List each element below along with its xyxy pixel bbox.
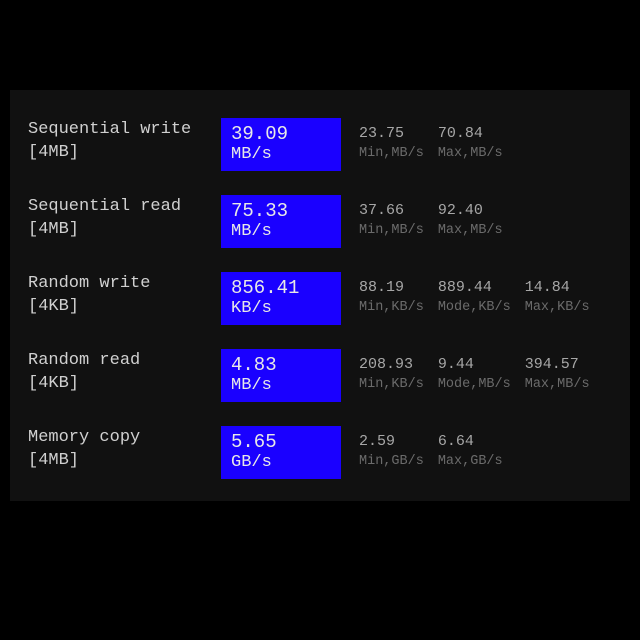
benchmark-stats: 88.19 Min,KB/s 889.44 Mode,KB/s 14.84 Ma… [359,272,612,317]
benchmark-row: Memory copy [4MB] 5.65 GB/s 2.59 Min,GB/… [28,426,612,479]
stat-value: 394.57 [525,355,590,374]
stat-label: Max,MB/s [438,221,503,240]
benchmark-row: Random write [4KB] 856.41 KB/s 88.19 Min… [28,272,612,325]
stat-label: Mode,KB/s [438,298,511,317]
stat-label: Min,KB/s [359,298,424,317]
stat-value: 208.93 [359,355,424,374]
stat-label: Max,GB/s [438,452,503,471]
stat-item: 70.84 Max,MB/s [438,124,503,163]
stat-value: 2.59 [359,432,424,451]
stat-item: 23.75 Min,MB/s [359,124,424,163]
stat-item: 889.44 Mode,KB/s [438,278,511,317]
stat-item: 37.66 Min,MB/s [359,201,424,240]
benchmark-value: 39.09 [231,124,331,145]
stat-label: Min,MB/s [359,221,424,240]
stat-label: Max,MB/s [438,144,503,163]
stat-value: 6.64 [438,432,503,451]
stat-value: 88.19 [359,278,424,297]
benchmark-value-chip: 39.09 MB/s [221,118,341,171]
benchmark-unit: MB/s [231,144,331,165]
stat-item: 92.40 Max,MB/s [438,201,503,240]
benchmark-name: Memory copy [4MB] [28,426,203,472]
benchmark-value-chip: 856.41 KB/s [221,272,341,325]
benchmark-panel: Sequential write [4MB] 39.09 MB/s 23.75 … [10,90,630,501]
stat-item: 9.44 Mode,MB/s [438,355,511,394]
stat-item: 14.84 Max,KB/s [525,278,590,317]
benchmark-value: 5.65 [231,432,331,453]
stat-value: 889.44 [438,278,511,297]
benchmark-value: 4.83 [231,355,331,376]
stat-label: Mode,MB/s [438,375,511,394]
stat-value: 37.66 [359,201,424,220]
benchmark-value-chip: 75.33 MB/s [221,195,341,248]
benchmark-name: Sequential write [4MB] [28,118,203,164]
benchmark-value-chip: 4.83 MB/s [221,349,341,402]
benchmark-stats: 37.66 Min,MB/s 92.40 Max,MB/s [359,195,612,240]
stat-item: 394.57 Max,MB/s [525,355,590,394]
stat-label: Min,GB/s [359,452,424,471]
stat-item: 88.19 Min,KB/s [359,278,424,317]
benchmark-value: 75.33 [231,201,331,222]
benchmark-unit: KB/s [231,298,331,319]
stat-value: 9.44 [438,355,511,374]
stat-label: Min,MB/s [359,144,424,163]
stat-label: Max,MB/s [525,375,590,394]
benchmark-name: Random read [4KB] [28,349,203,395]
benchmark-stats: 208.93 Min,KB/s 9.44 Mode,MB/s 394.57 Ma… [359,349,612,394]
benchmark-value: 856.41 [231,278,331,299]
stat-value: 14.84 [525,278,590,297]
benchmark-name: Random write [4KB] [28,272,203,318]
benchmark-name: Sequential read [4MB] [28,195,203,241]
stat-value: 23.75 [359,124,424,143]
benchmark-stats: 2.59 Min,GB/s 6.64 Max,GB/s [359,426,612,471]
benchmark-value-chip: 5.65 GB/s [221,426,341,479]
benchmark-stats: 23.75 Min,MB/s 70.84 Max,MB/s [359,118,612,163]
stat-label: Max,KB/s [525,298,590,317]
benchmark-unit: MB/s [231,375,331,396]
benchmark-row: Sequential read [4MB] 75.33 MB/s 37.66 M… [28,195,612,248]
benchmark-row: Random read [4KB] 4.83 MB/s 208.93 Min,K… [28,349,612,402]
benchmark-unit: MB/s [231,221,331,242]
stat-label: Min,KB/s [359,375,424,394]
stat-item: 6.64 Max,GB/s [438,432,503,471]
stat-item: 208.93 Min,KB/s [359,355,424,394]
benchmark-row: Sequential write [4MB] 39.09 MB/s 23.75 … [28,118,612,171]
stat-value: 92.40 [438,201,503,220]
stat-value: 70.84 [438,124,503,143]
stat-item: 2.59 Min,GB/s [359,432,424,471]
benchmark-unit: GB/s [231,452,331,473]
